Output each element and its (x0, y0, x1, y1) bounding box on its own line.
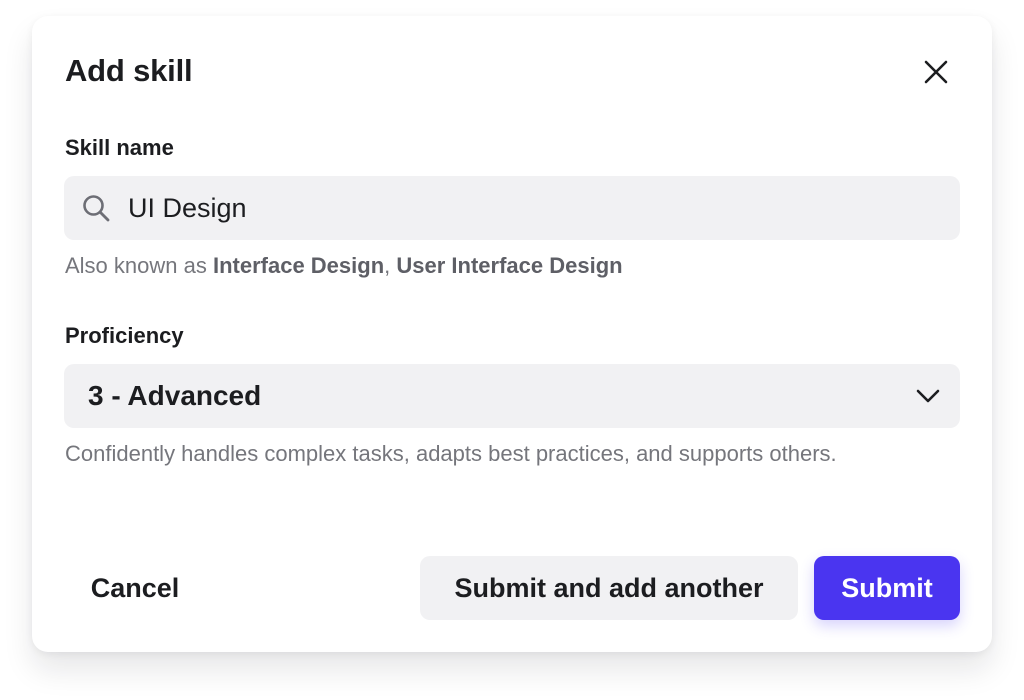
skill-aka-hint: Also known as Interface Design, User Int… (65, 248, 623, 284)
skill-search-field[interactable] (64, 176, 960, 240)
chevron-down-icon (916, 389, 940, 403)
proficiency-select[interactable]: 3 - Advanced (64, 364, 960, 428)
add-skill-dialog: Add skill Skill name Also known as Inter… (32, 16, 992, 652)
aka-item: Interface Design (212, 253, 385, 278)
close-button[interactable] (916, 52, 956, 92)
proficiency-description: Confidently handles complex tasks, adapt… (65, 441, 837, 466)
skill-name-label: Skill name (65, 135, 174, 160)
close-icon (924, 60, 948, 84)
cancel-button[interactable]: Cancel (70, 556, 200, 620)
submit-and-add-another-button[interactable]: Submit and add another (420, 556, 798, 620)
proficiency-selected-value: 3 - Advanced (88, 380, 262, 411)
dialog-title: Add skill (65, 53, 193, 88)
aka-separator: , (384, 253, 397, 278)
skill-search-input[interactable] (128, 192, 908, 224)
aka-prefix: Also known as (65, 253, 213, 278)
search-icon (80, 192, 112, 224)
aka-item: User Interface Design (396, 253, 623, 278)
proficiency-label: Proficiency (65, 323, 184, 348)
submit-button[interactable]: Submit (814, 556, 960, 620)
